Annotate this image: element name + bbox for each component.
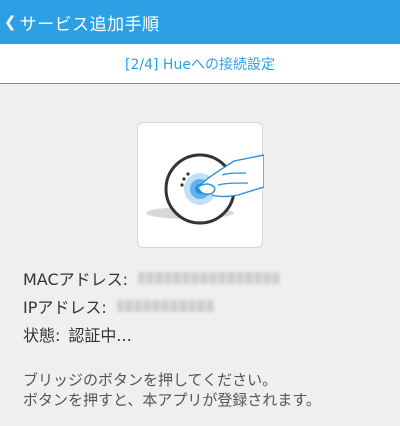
page-title: サービス追加手順: [19, 14, 160, 35]
bridge-info: MACアドレス: IPアドレス: 状態: 認証中...: [23, 267, 281, 351]
status-value: 認証中...: [68, 325, 132, 345]
bridge-illustration: [137, 122, 264, 248]
instruction-line-2: ボタンを押すと、本アプリが登録されます。: [23, 391, 321, 409]
instruction-line-1: ブリッジのボタンを押してください。: [23, 371, 278, 389]
step-header: [2/4] Hueへの接続設定: [0, 44, 400, 84]
ip-address-row: IPアドレス:: [23, 295, 280, 317]
chevron-left-icon: ❮: [4, 12, 17, 31]
step-title: [2/4] Hueへの接続設定: [125, 56, 275, 73]
ip-address-value: [116, 299, 214, 312]
back-button[interactable]: ❮ サービス追加手順: [0, 0, 160, 44]
mac-address-label: MACアドレス:: [23, 269, 129, 289]
status-row: 状態: 認証中...: [23, 323, 280, 345]
instruction-text: ブリッジのボタンを押してください。 ボタンを押すと、本アプリが登録されます。: [23, 370, 321, 410]
hue-bridge-press-button-icon: [146, 153, 264, 225]
status-label: 状態:: [23, 325, 61, 345]
mac-address-row: MACアドレス:: [23, 267, 281, 289]
mac-address-value: [138, 271, 281, 284]
ip-address-label: IPアドレス:: [23, 297, 107, 317]
app-bar: ❮ サービス追加手順: [0, 0, 400, 44]
